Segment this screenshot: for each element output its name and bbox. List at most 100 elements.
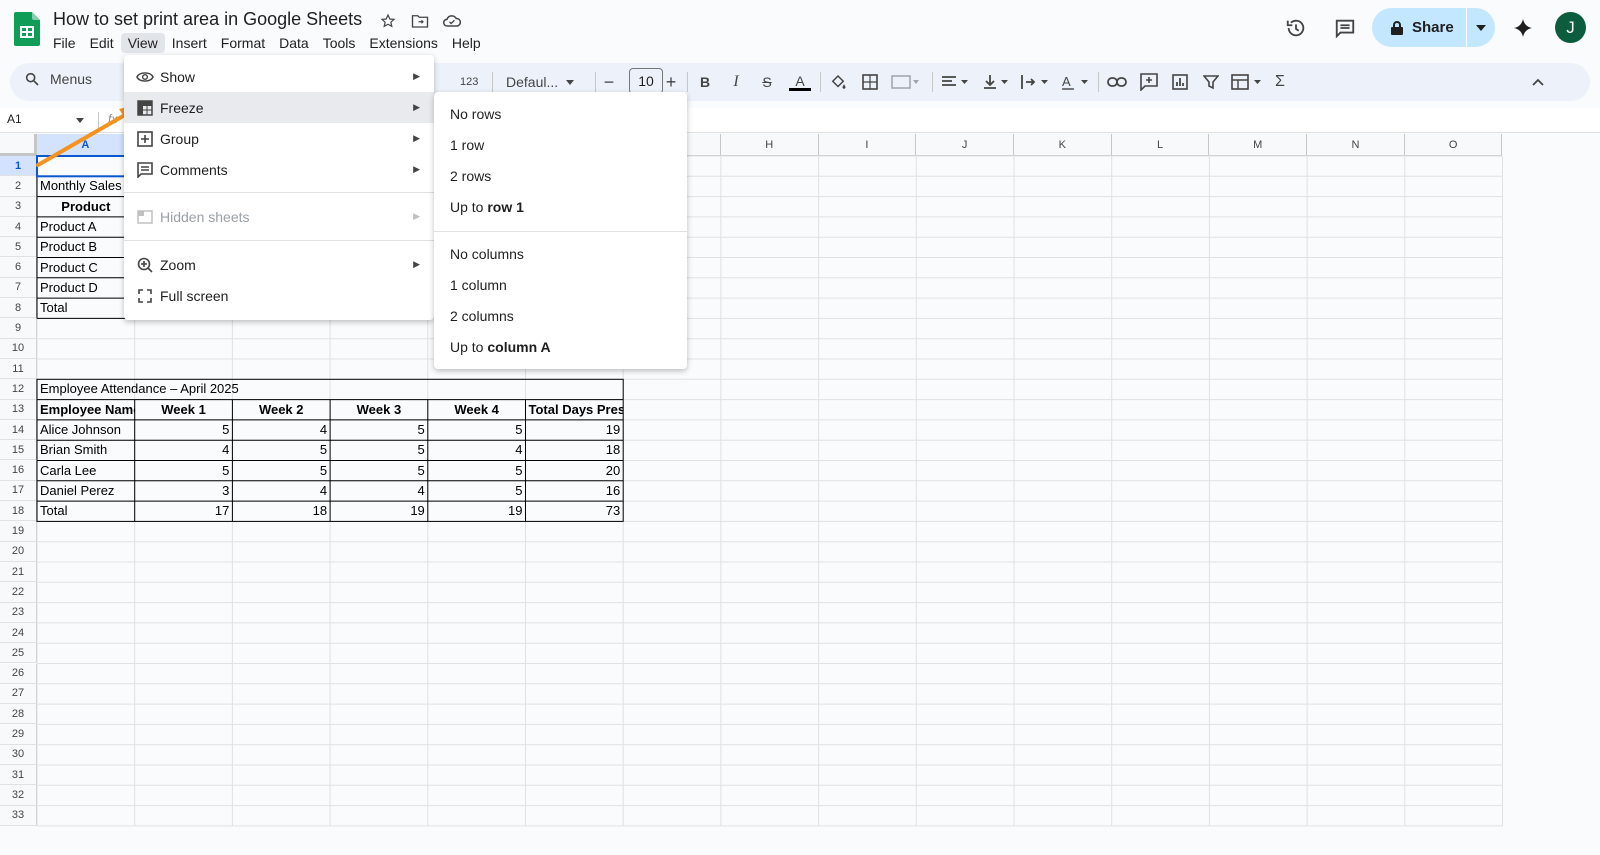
product-cell[interactable]: Product C [37, 258, 135, 278]
attendance-cell[interactable]: 5 [330, 440, 428, 460]
filter-views-icon[interactable] [1230, 72, 1264, 92]
attendance-header-cell[interactable]: Employee Name [37, 400, 135, 420]
italic-icon[interactable]: I [729, 72, 743, 92]
attendance-cell[interactable]: Total [37, 501, 135, 521]
number-format-button[interactable]: 123 [460, 72, 478, 92]
attendance-cell[interactable]: 17 [135, 501, 233, 521]
product-cell[interactable]: Product A [37, 217, 135, 237]
menu-item-comments[interactable]: Comments ▶ [124, 154, 434, 185]
attendance-cell[interactable]: 4 [135, 440, 233, 460]
horizontal-align-icon[interactable] [940, 72, 972, 92]
attendance-cell[interactable]: 19 [526, 420, 624, 440]
attendance-cell[interactable]: 5 [428, 461, 526, 481]
freeze-1-row[interactable]: 1 row [450, 137, 484, 153]
menu-edit[interactable]: Edit [83, 33, 121, 53]
attendance-cell[interactable]: 5 [135, 420, 233, 440]
attendance-title-cell[interactable]: Employee Attendance – April 2025 [37, 379, 330, 399]
attendance-cell[interactable]: 4 [232, 420, 330, 440]
collapse-toolbar-icon[interactable] [1530, 72, 1546, 92]
attendance-cell[interactable]: 4 [330, 481, 428, 501]
attendance-header-cell[interactable]: Week 2 [232, 400, 330, 420]
attendance-cell[interactable]: 19 [428, 501, 526, 521]
attendance-cell[interactable]: 5 [428, 420, 526, 440]
attendance-header-cell[interactable]: Week 1 [135, 400, 233, 420]
product-cell[interactable]: Product B [37, 237, 135, 257]
insert-comment-icon[interactable] [1139, 72, 1159, 92]
menu-help[interactable]: Help [445, 33, 488, 53]
attendance-header-cell[interactable]: Week 4 [428, 400, 526, 420]
star-icon[interactable] [378, 11, 398, 31]
bold-icon[interactable]: B [698, 72, 712, 92]
menu-item-group[interactable]: Group ▶ [124, 123, 434, 154]
document-title[interactable]: How to set print area in Google Sheets [53, 9, 362, 30]
freeze-up-to-column[interactable]: Up to column A [450, 339, 551, 355]
menu-extensions[interactable]: Extensions [362, 33, 444, 53]
freeze-2-columns[interactable]: 2 columns [450, 308, 514, 324]
sheets-logo-icon[interactable] [14, 12, 40, 46]
attendance-cell[interactable]: 20 [526, 461, 624, 481]
insert-link-icon[interactable] [1107, 72, 1127, 92]
menu-insert[interactable]: Insert [165, 33, 214, 53]
font-family-select[interactable]: Defaul... [506, 72, 586, 92]
attendance-cell[interactable]: 18 [526, 440, 624, 460]
menu-tools[interactable]: Tools [316, 33, 363, 53]
menu-file[interactable]: File [46, 33, 83, 53]
vertical-align-icon[interactable] [981, 72, 1013, 92]
search-menus[interactable]: Menus [24, 71, 92, 87]
font-size-input[interactable]: 10 [629, 68, 663, 94]
menu-item-hidden-sheets[interactable]: Hidden sheets ▶ [124, 201, 434, 232]
attendance-cell[interactable]: 16 [526, 481, 624, 501]
attendance-cell[interactable]: 5 [232, 440, 330, 460]
text-color-icon[interactable]: A [789, 72, 811, 92]
attendance-cell[interactable]: 5 [428, 481, 526, 501]
menu-format[interactable]: Format [214, 33, 272, 53]
avatar[interactable]: J [1555, 12, 1586, 43]
name-box[interactable]: A1 [7, 112, 22, 126]
attendance-cell[interactable]: Daniel Perez [37, 481, 135, 501]
attendance-cell[interactable]: 4 [232, 481, 330, 501]
sales-title-cell[interactable]: Monthly Sales [37, 176, 135, 196]
product-cell[interactable]: Total [37, 298, 135, 318]
decrease-font-size-button[interactable]: − [602, 72, 616, 92]
attendance-cell[interactable]: Alice Johnson [37, 420, 135, 440]
freeze-up-to-row[interactable]: Up to row 1 [450, 199, 524, 215]
freeze-2-rows[interactable]: 2 rows [450, 168, 491, 184]
attendance-cell[interactable]: 4 [428, 440, 526, 460]
menu-item-show[interactable]: Show ▶ [124, 61, 434, 92]
merge-cells-icon[interactable] [886, 72, 926, 92]
menu-item-full-screen[interactable]: Full screen [124, 280, 434, 311]
attendance-header-cell[interactable]: Week 3 [330, 400, 428, 420]
attendance-cell[interactable]: 5 [135, 461, 233, 481]
increase-font-size-button[interactable]: + [664, 72, 678, 92]
move-folder-icon[interactable] [410, 11, 430, 31]
attendance-cell[interactable]: 18 [232, 501, 330, 521]
filter-icon[interactable] [1201, 72, 1221, 92]
attendance-cell[interactable]: Carla Lee [37, 461, 135, 481]
attendance-cell[interactable]: 19 [330, 501, 428, 521]
attendance-cell[interactable]: 5 [330, 461, 428, 481]
insert-chart-icon[interactable] [1170, 72, 1190, 92]
comments-icon[interactable] [1333, 16, 1357, 40]
cloud-status-icon[interactable] [442, 11, 462, 31]
share-button[interactable]: Share [1372, 8, 1495, 47]
freeze-no-columns[interactable]: No columns [450, 246, 524, 262]
menu-item-zoom[interactable]: Zoom ▶ [124, 249, 434, 280]
attendance-cell[interactable]: Brian Smith [37, 440, 135, 460]
borders-icon[interactable] [861, 72, 879, 92]
menu-view[interactable]: View [120, 33, 165, 53]
text-rotation-icon[interactable]: A [1061, 72, 1093, 92]
sales-header-cell[interactable]: Product [37, 197, 135, 217]
attendance-cell[interactable]: 3 [135, 481, 233, 501]
attendance-cell[interactable]: 5 [330, 420, 428, 440]
gemini-spark-icon[interactable] [1511, 16, 1535, 40]
product-cell[interactable]: Product D [37, 278, 135, 298]
menu-data[interactable]: Data [272, 33, 316, 53]
text-wrapping-icon[interactable] [1020, 72, 1052, 92]
freeze-no-rows[interactable]: No rows [450, 106, 501, 122]
strikethrough-icon[interactable]: S [760, 72, 774, 92]
version-history-icon[interactable] [1284, 16, 1308, 40]
menu-item-freeze[interactable]: Freeze ▶ [124, 92, 434, 123]
freeze-1-column[interactable]: 1 column [450, 277, 507, 293]
attendance-header-cell[interactable]: Total Days Present [526, 400, 624, 420]
attendance-cell[interactable]: 73 [526, 501, 624, 521]
